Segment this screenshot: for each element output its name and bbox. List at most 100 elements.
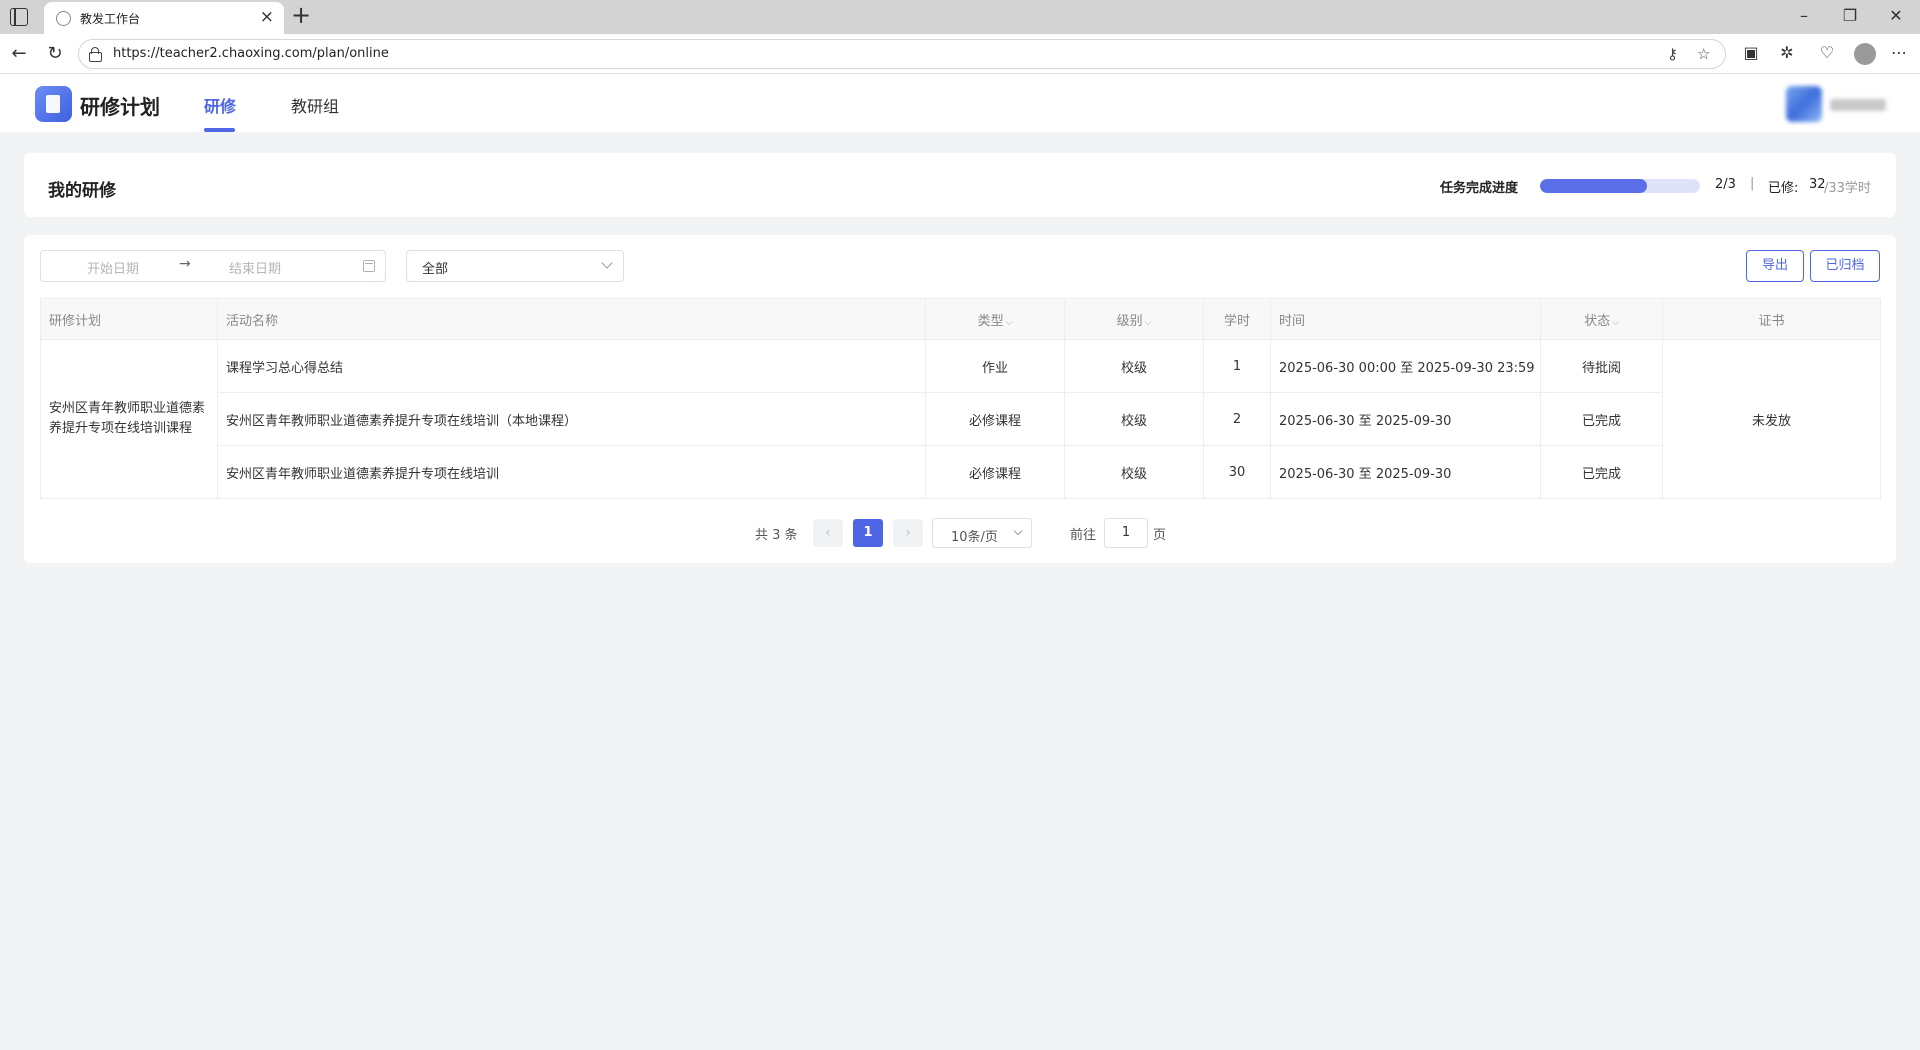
- nav-tab-training[interactable]: 研修: [204, 93, 236, 117]
- plus-icon[interactable]: +: [291, 1, 311, 29]
- hours-cell: 30: [1203, 445, 1271, 499]
- sort-icon[interactable]: ⌵: [1612, 318, 1619, 328]
- status-cell: 已完成: [1540, 445, 1663, 499]
- active-tab-indicator: [204, 128, 235, 132]
- total-count: 共 3 条: [755, 528, 798, 543]
- chevron-down-icon[interactable]: [601, 257, 613, 269]
- column-header-type-label: 类型: [977, 313, 1004, 329]
- time-cell: 2025-06-30 至 2025-09-30: [1270, 392, 1541, 446]
- type-cell: 必修课程: [925, 445, 1065, 499]
- nav-tab-research-group[interactable]: 教研组: [291, 93, 339, 117]
- hours-cell: 2: [1203, 392, 1271, 446]
- next-page-button[interactable]: ›: [893, 519, 923, 547]
- collections-icon[interactable]: ▣: [1740, 43, 1762, 62]
- activity-link[interactable]: 安州区青年教师职业道德素养提升专项在线培训（本地课程）: [217, 392, 926, 446]
- column-header-status-label: 状态: [1584, 313, 1611, 329]
- window-bottom-edge: [0, 1046, 1920, 1050]
- archived-button[interactable]: 已归档: [1810, 250, 1880, 282]
- goto-page-input[interactable]: 1: [1104, 518, 1148, 548]
- column-header-time: 时间: [1270, 298, 1541, 340]
- health-icon[interactable]: ♡: [1816, 43, 1838, 62]
- sort-icon[interactable]: ⌵: [1145, 318, 1152, 328]
- globe-icon: [56, 11, 71, 26]
- url-field[interactable]: https://teacher2.chaoxing.com/plan/onlin…: [78, 39, 1726, 69]
- completed-hours-label: 已修:: [1768, 181, 1799, 196]
- type-cell: 作业: [925, 339, 1065, 393]
- prev-page-button[interactable]: ‹: [813, 519, 843, 547]
- goto-label: 前往: [1070, 528, 1097, 543]
- time-cell: 2025-06-30 00:00 至 2025-09-30 23:59: [1270, 339, 1541, 393]
- extensions-icon[interactable]: ✲: [1776, 43, 1798, 62]
- star-icon[interactable]: ☆: [1697, 45, 1710, 63]
- column-header-level-label: 级别: [1116, 313, 1143, 329]
- column-header-activity: 活动名称: [217, 298, 926, 340]
- divider: |: [1750, 176, 1755, 191]
- type-cell: 必修课程: [925, 392, 1065, 446]
- sort-icon[interactable]: ⌵: [1006, 318, 1013, 328]
- level-cell: 校级: [1064, 339, 1204, 393]
- activity-link[interactable]: 安州区青年教师职业道德素养提升专项在线培训: [217, 445, 926, 499]
- progress-label: 任务完成进度: [1440, 181, 1519, 196]
- level-cell: 校级: [1064, 445, 1204, 499]
- page-suffix: 页: [1153, 528, 1167, 543]
- export-button[interactable]: 导出: [1746, 250, 1804, 282]
- column-header-status[interactable]: 状态 ⌵: [1540, 298, 1663, 340]
- time-cell: 2025-06-30 至 2025-09-30: [1270, 445, 1541, 499]
- status-cell: 已完成: [1540, 392, 1663, 446]
- activity-table: 研修计划 活动名称 类型 ⌵ 级别 ⌵ 学时 时间 状态 ⌵ 证书 安州区青年教师职业…: [40, 298, 1881, 499]
- type-select[interactable]: 全部: [406, 250, 624, 282]
- column-header-hours: 学时: [1203, 298, 1271, 340]
- level-cell: 校级: [1064, 392, 1204, 446]
- user-name[interactable]: [1830, 99, 1886, 111]
- status-link[interactable]: 待批阅: [1540, 339, 1663, 393]
- browser-tab-bar: 教发工作台 × + – ❐ ✕: [0, 0, 1920, 34]
- back-icon[interactable]: ←: [9, 43, 29, 64]
- more-icon[interactable]: ⋯: [1888, 43, 1910, 62]
- minimize-icon[interactable]: –: [1794, 6, 1814, 25]
- close-icon[interactable]: ✕: [1886, 6, 1906, 25]
- type-select-value[interactable]: 全部: [422, 258, 448, 277]
- certificate-cell: 未发放: [1662, 339, 1881, 499]
- browser-tab[interactable]: 教发工作台 ×: [44, 2, 284, 34]
- app-title: 研修计划: [80, 95, 160, 119]
- progress-count: 2/3: [1715, 177, 1736, 192]
- total-hours: /33学时: [1824, 181, 1871, 196]
- table-row: 安州区青年教师职业道德素养提升专项在线培训课程 课程学习总心得总结 作业 校级 …: [40, 339, 1881, 499]
- pagination: 共 3 条 ‹ 1 › 10条/页 前往 1 页: [24, 517, 1896, 548]
- chevron-down-icon[interactable]: [1013, 526, 1023, 536]
- column-header-plan: 研修计划: [40, 298, 218, 340]
- table-row: 安州区青年教师职业道德素养提升专项在线培训 必修课程 校级 30 2025-06…: [41, 445, 1881, 499]
- page-size-value[interactable]: 10条/页: [951, 526, 998, 545]
- progress-bar-fill: [1540, 179, 1647, 193]
- restore-icon[interactable]: ❐: [1840, 6, 1860, 25]
- column-header-certificate: 证书: [1662, 298, 1881, 340]
- close-icon[interactable]: ×: [260, 7, 274, 27]
- calendar-icon[interactable]: [363, 260, 375, 272]
- progress-card: 我的研修 任务完成进度 2/3 | 已修: 32 /33学时: [24, 153, 1896, 217]
- address-bar: ← ↻ https://teacher2.chaoxing.com/plan/o…: [0, 34, 1920, 74]
- app-logo-icon: [35, 86, 72, 122]
- date-range-picker[interactable]: 开始日期 → 结束日期: [40, 250, 386, 282]
- hours-cell: 1: [1203, 339, 1271, 393]
- end-date-input[interactable]: 结束日期: [229, 258, 281, 277]
- column-header-level[interactable]: 级别 ⌵: [1064, 298, 1204, 340]
- url-text[interactable]: https://teacher2.chaoxing.com/plan/onlin…: [113, 46, 389, 61]
- profile-icon[interactable]: [1854, 43, 1876, 65]
- activity-table-card: 开始日期 → 结束日期 全部 导出 已归档 研修计划 活动名称 类型 ⌵ 级别 ⌵ …: [24, 235, 1896, 563]
- page-number-button[interactable]: 1: [853, 519, 883, 547]
- start-date-input[interactable]: 开始日期: [87, 258, 139, 277]
- activity-link[interactable]: 课程学习总心得总结: [217, 339, 926, 393]
- tab-title: 教发工作台: [80, 12, 141, 26]
- range-arrow-icon: →: [179, 256, 191, 272]
- plan-name-cell: 安州区青年教师职业道德素养提升专项在线培训课程: [40, 339, 218, 499]
- sidebar-toggle-icon[interactable]: [10, 8, 28, 26]
- user-avatar[interactable]: [1786, 86, 1822, 122]
- reload-icon[interactable]: ↻: [45, 43, 65, 64]
- table-row: 安州区青年教师职业道德素养提升专项在线培训（本地课程） 必修课程 校级 2 20…: [41, 392, 1881, 446]
- column-header-type[interactable]: 类型 ⌵: [925, 298, 1065, 340]
- lock-icon[interactable]: [89, 47, 102, 62]
- app-header: 研修计划 研修 教研组: [0, 74, 1920, 132]
- table-header-row: 研修计划 活动名称 类型 ⌵ 级别 ⌵ 学时 时间 状态 ⌵ 证书: [40, 298, 1881, 340]
- key-icon[interactable]: ⚷: [1667, 45, 1678, 63]
- page-size-select[interactable]: 10条/页: [932, 518, 1032, 548]
